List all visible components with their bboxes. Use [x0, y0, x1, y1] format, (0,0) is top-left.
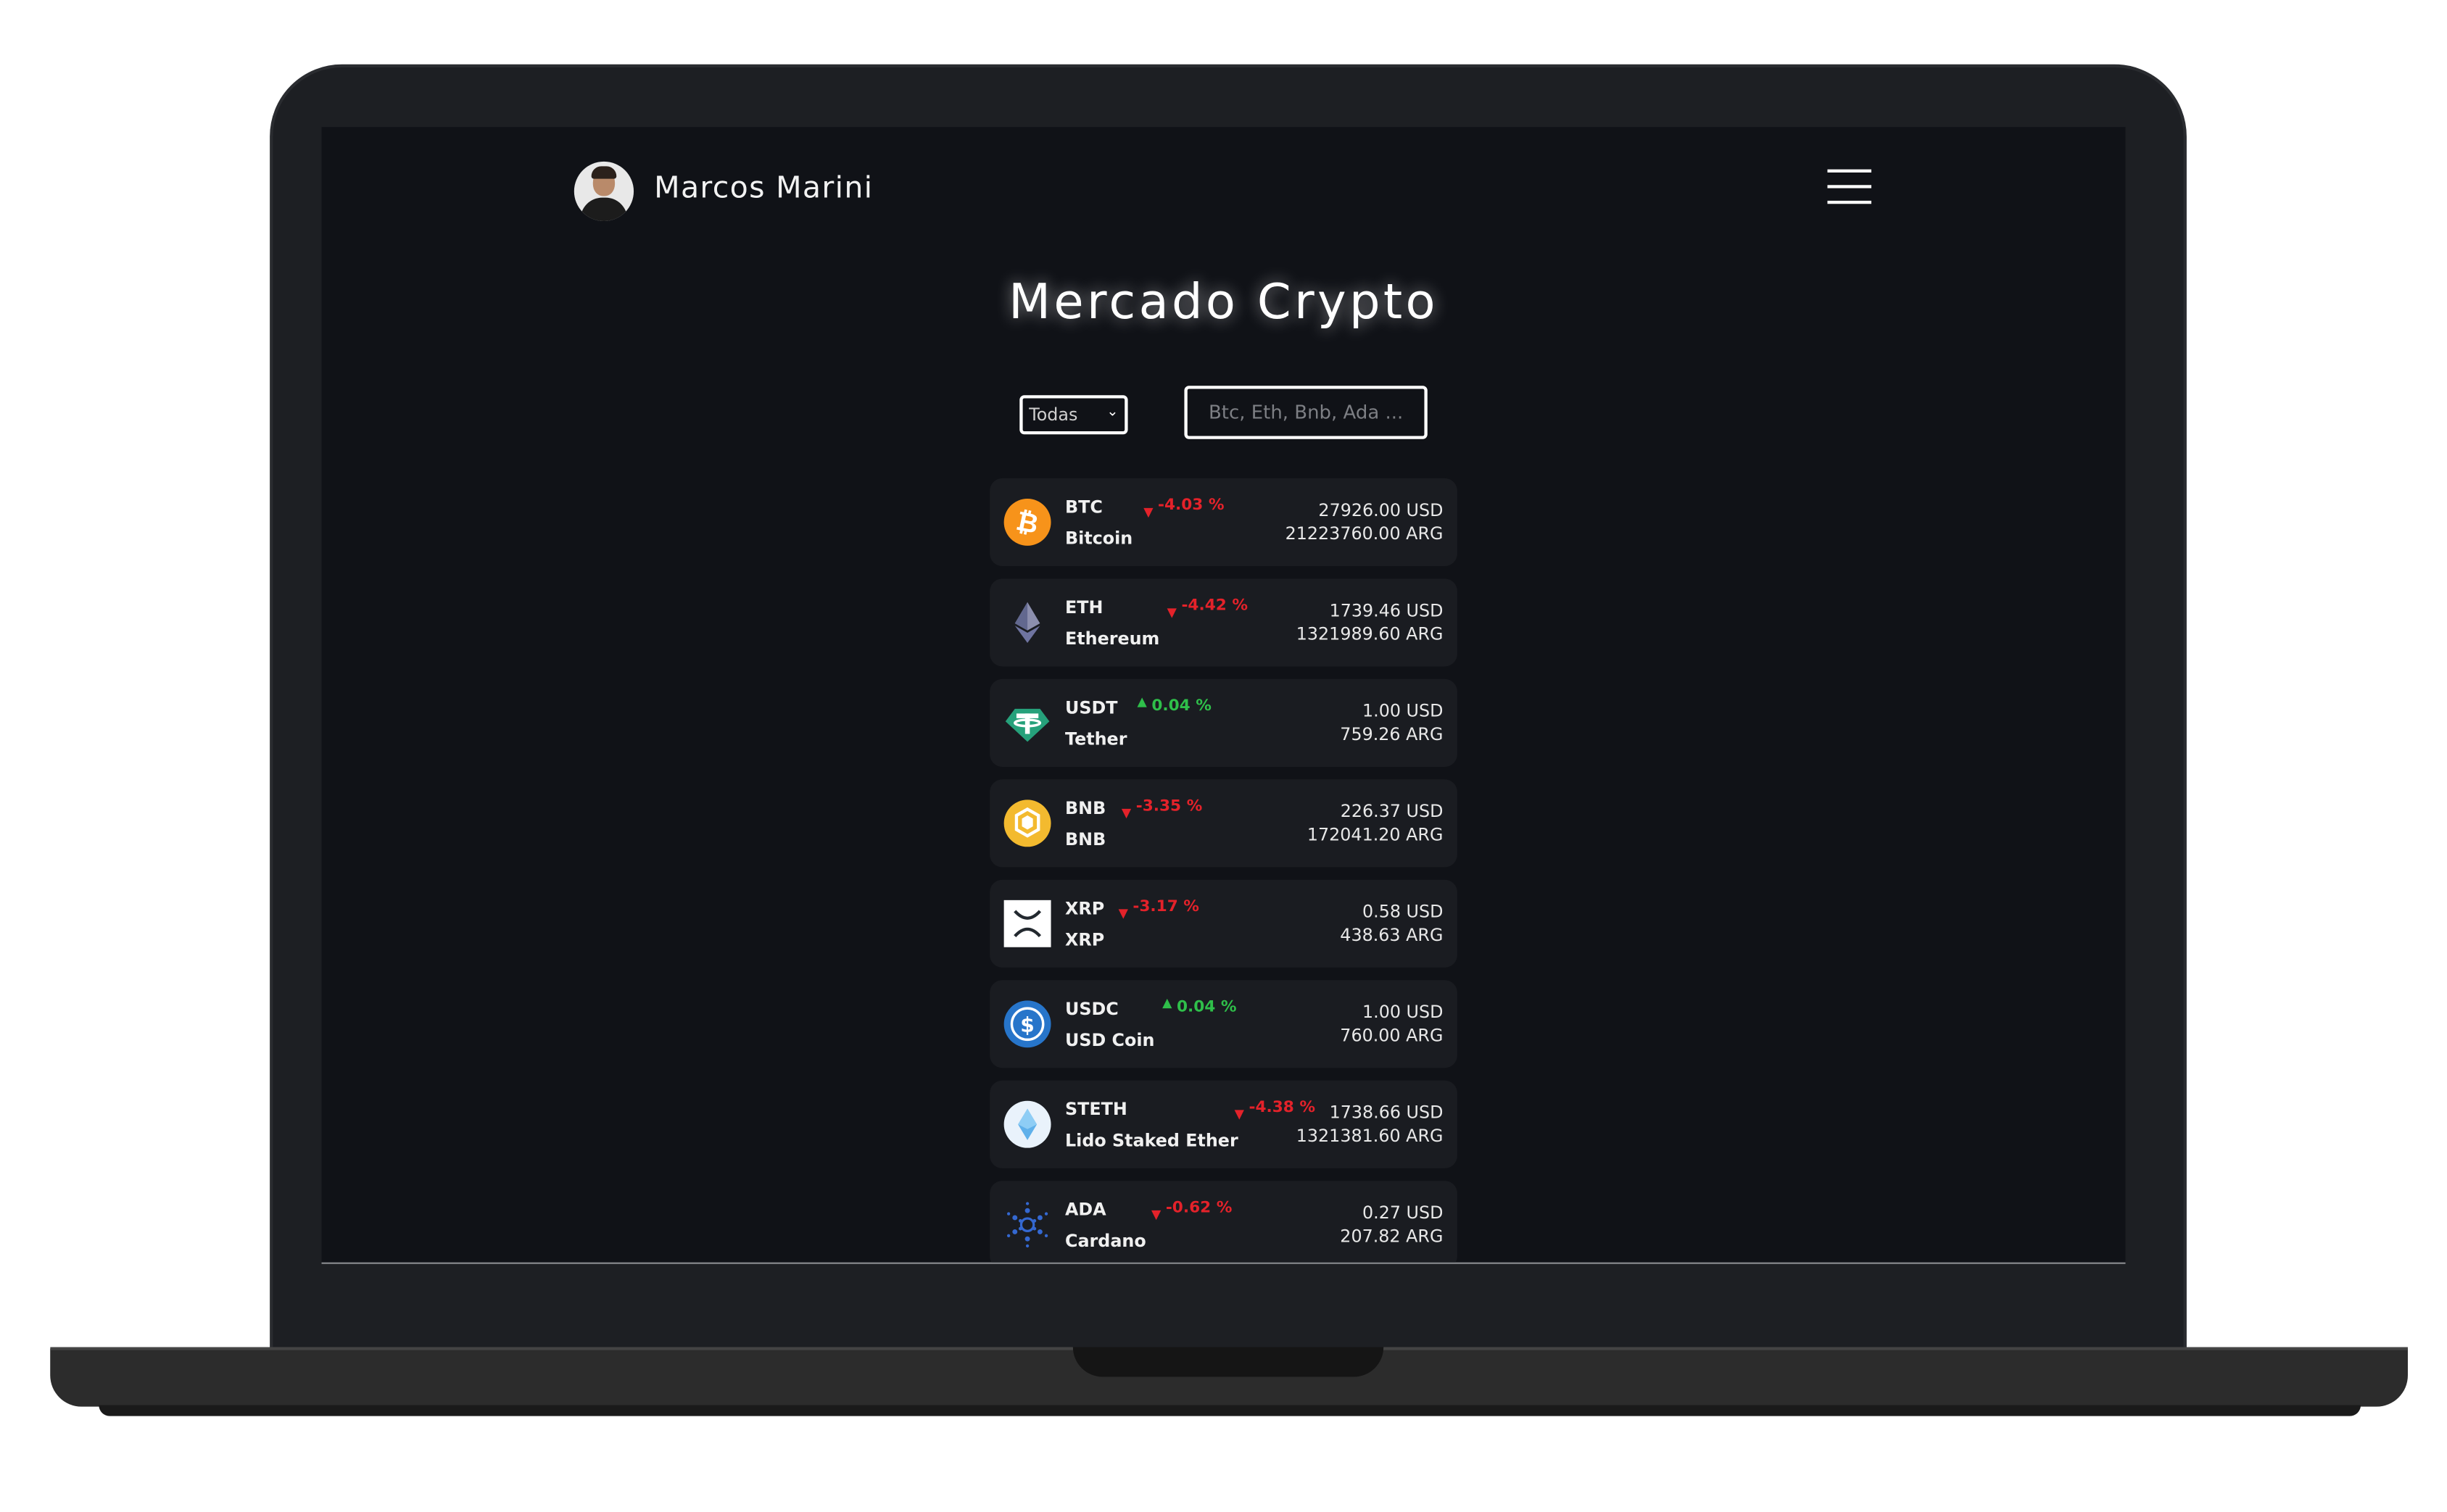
- coin-change: ▼ -4.38 %: [1234, 1099, 1316, 1121]
- coin-name: Ethereum: [1065, 628, 1160, 649]
- coin-price-usd: 0.58 USD: [1362, 902, 1444, 923]
- coin-change: ▼ -0.62 %: [1151, 1200, 1233, 1222]
- menu-icon-line: [1827, 169, 1872, 173]
- lido-icon: [1003, 1100, 1051, 1148]
- coin-price-usd: 1739.46 USD: [1329, 600, 1444, 621]
- coin-list: ₿ BTC Bitcoin ▼ -4.03 % 27926.00 USD 2122…: [990, 478, 1457, 1263]
- coin-change: ▼ -3.35 %: [1121, 798, 1203, 821]
- coin-name: BNB: [1065, 829, 1106, 850]
- coin-price-usd: 226.37 USD: [1340, 801, 1444, 822]
- avatar[interactable]: [574, 161, 634, 222]
- coin-row-eth[interactable]: ETH Ethereum ▼ -4.42 % 1739.46 USD 132198…: [990, 578, 1457, 667]
- menu-icon-line: [1827, 185, 1872, 188]
- tether-icon: [1005, 708, 1050, 742]
- search-input[interactable]: [1184, 386, 1428, 439]
- coin-symbol: USDT: [1065, 697, 1118, 718]
- coin-name: Cardano: [1065, 1231, 1146, 1252]
- coin-change: ▲ 0.04 %: [1137, 694, 1212, 715]
- arrow-up-icon: ▲: [1137, 694, 1147, 709]
- coin-name: Lido Staked Ether: [1065, 1130, 1238, 1152]
- coin-price-ars: 759.26 ARG: [1340, 724, 1444, 745]
- coin-change: ▲ 0.04 %: [1162, 995, 1237, 1016]
- coin-change: ▼ -3.17 %: [1118, 898, 1199, 921]
- menu-icon-line: [1827, 200, 1872, 204]
- category-select-value: Todas: [1029, 404, 1078, 425]
- ethereum-icon: [1014, 602, 1040, 644]
- coin-price-ars: 1321381.60 ARG: [1296, 1126, 1444, 1147]
- coin-row-bnb[interactable]: BNB BNB ▼ -3.35 % 226.37 USD 172041.20 AR…: [990, 779, 1457, 868]
- xrp-icon: [1003, 900, 1051, 947]
- coin-price-usd: 1.00 USD: [1362, 701, 1444, 722]
- coin-symbol: BNB: [1065, 798, 1106, 819]
- coin-row-ada[interactable]: ADA Cardano ▼ -0.62 % 0.27 USD 207.82 ARG: [990, 1181, 1457, 1263]
- coin-price-ars: 172041.20 ARG: [1307, 825, 1444, 846]
- coin-price-ars: 1321989.60 ARG: [1296, 624, 1444, 645]
- arrow-up-icon: ▲: [1162, 995, 1172, 1010]
- app-screen: Marcos Marini Mercado Crypto Todas ⌄ ₿ B…: [321, 127, 2126, 1264]
- page-title: Mercado Crypto: [1009, 274, 1438, 331]
- arrow-down-icon: ▼: [1167, 605, 1177, 620]
- coin-name: Bitcoin: [1065, 528, 1133, 549]
- coin-row-btc[interactable]: ₿ BTC Bitcoin ▼ -4.03 % 27926.00 USD 2122…: [990, 478, 1457, 567]
- arrow-down-icon: ▼: [1118, 906, 1128, 921]
- coin-row-xrp[interactable]: XRP XRP ▼ -3.17 % 0.58 USD 438.63 ARG: [990, 879, 1457, 968]
- coin-row-usdc[interactable]: $ USDC USD Coin ▲ 0.04 % 1.00 USD 760.00 …: [990, 980, 1457, 1068]
- coin-price-ars: 21223760.00 ARG: [1285, 523, 1444, 544]
- coin-change: ▼ -4.03 %: [1143, 497, 1225, 520]
- coin-price-ars: 760.00 ARG: [1340, 1025, 1444, 1047]
- coin-price-ars: 438.63 ARG: [1340, 925, 1444, 946]
- coin-name: USD Coin: [1065, 1030, 1155, 1051]
- bnb-icon: [1003, 799, 1051, 847]
- bitcoin-icon: ₿: [1003, 498, 1051, 546]
- coin-symbol: ETH: [1065, 597, 1104, 618]
- coin-symbol: ADA: [1065, 1200, 1106, 1221]
- coin-price-usd: 1.00 USD: [1362, 1002, 1444, 1023]
- arrow-down-icon: ▼: [1121, 806, 1132, 821]
- laptop-mockup: Marcos Marini Mercado Crypto Todas ⌄ ₿ B…: [0, 0, 2447, 1512]
- svg-text:$: $: [1020, 1013, 1035, 1037]
- laptop-notch: [1072, 1347, 1384, 1377]
- coin-row-steth[interactable]: STETH Lido Staked Ether ▼ -4.38 % 1738.66…: [990, 1080, 1457, 1168]
- coin-price-usd: 27926.00 USD: [1318, 500, 1444, 521]
- chevron-down-icon: ⌄: [1106, 404, 1119, 420]
- user-name: Marcos Marini: [654, 170, 874, 206]
- coin-name: Tether: [1065, 729, 1127, 750]
- coin-symbol: XRP: [1065, 898, 1105, 919]
- arrow-down-icon: ▼: [1151, 1207, 1162, 1222]
- cardano-icon: [1006, 1202, 1048, 1248]
- coin-symbol: USDC: [1065, 999, 1119, 1020]
- arrow-down-icon: ▼: [1143, 504, 1154, 520]
- coin-row-usdt[interactable]: USDT Tether ▲ 0.04 % 1.00 USD 759.26 ARG: [990, 678, 1457, 767]
- category-select[interactable]: Todas ⌄: [1019, 395, 1128, 435]
- hamburger-menu-button[interactable]: [1824, 167, 1874, 208]
- laptop-base-foot: [99, 1405, 2361, 1416]
- coin-change: ▼ -4.42 %: [1167, 597, 1249, 620]
- coin-name: XRP: [1065, 929, 1105, 951]
- coin-price-usd: 0.27 USD: [1362, 1202, 1444, 1224]
- coin-symbol: BTC: [1065, 497, 1103, 518]
- arrow-down-icon: ▼: [1234, 1107, 1244, 1121]
- coin-symbol: STETH: [1065, 1099, 1127, 1120]
- coin-price-usd: 1738.66 USD: [1329, 1102, 1444, 1123]
- coin-price-ars: 207.82 ARG: [1340, 1226, 1444, 1247]
- usdc-icon: $: [1003, 1000, 1051, 1048]
